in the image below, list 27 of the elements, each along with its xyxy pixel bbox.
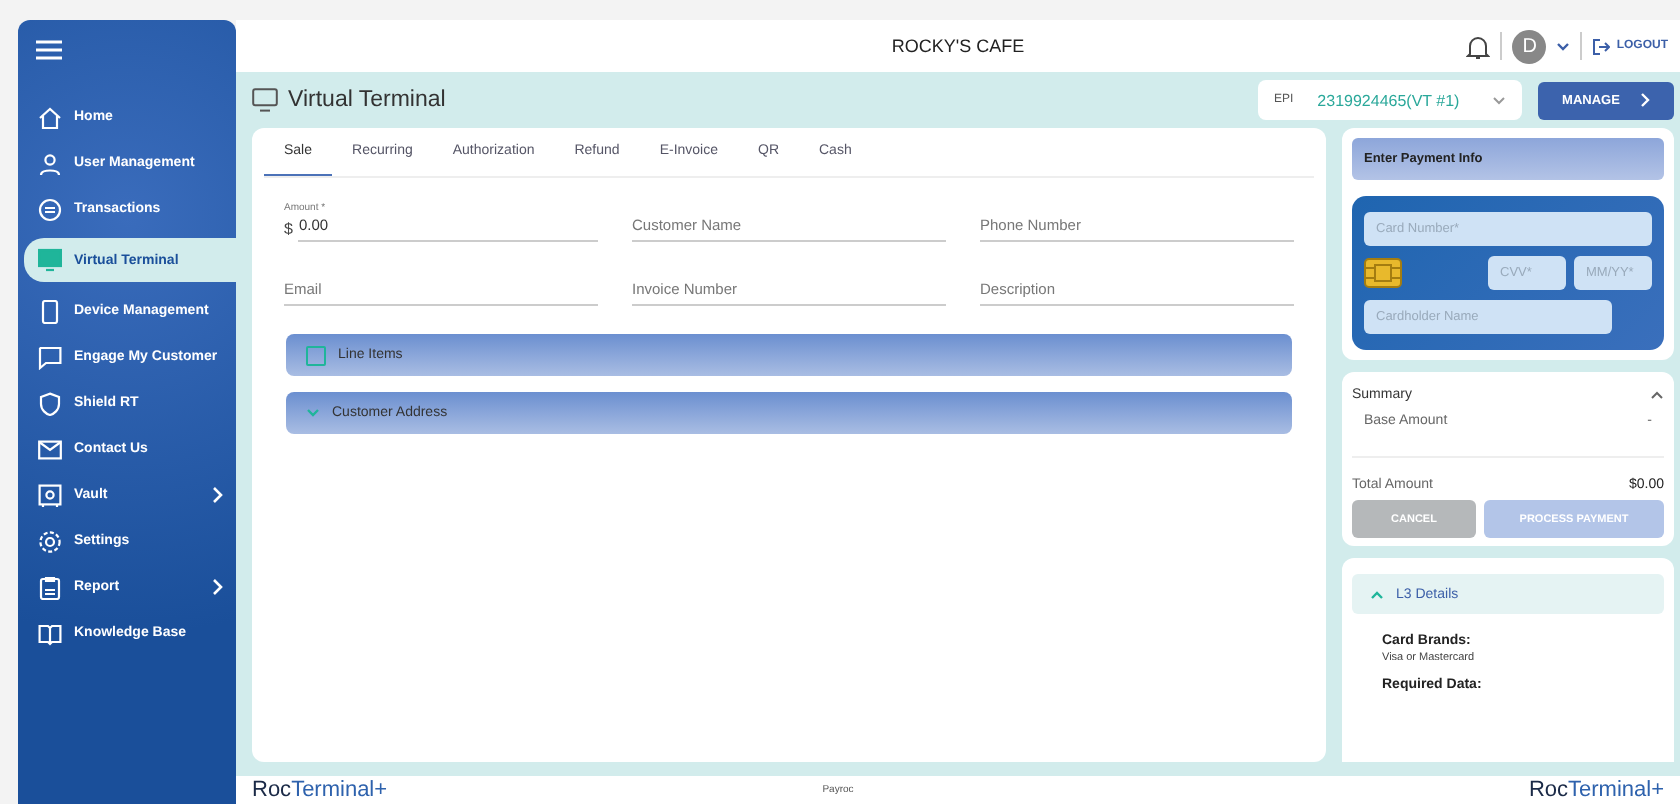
phone-icon: [38, 299, 62, 323]
gear-icon: [38, 529, 62, 553]
currency-symbol: $: [284, 219, 293, 237]
logout-icon: [1592, 37, 1611, 55]
home-icon: [38, 105, 62, 129]
monitor-icon: [38, 248, 62, 272]
person-icon: [38, 151, 62, 175]
shield-icon: [38, 391, 62, 415]
menu-icon[interactable]: [36, 40, 62, 60]
user-avatar[interactable]: D: [1512, 29, 1547, 63]
envelope-icon: [38, 437, 62, 461]
chat-icon: [38, 345, 62, 369]
chevron-down-icon: [1492, 95, 1506, 105]
monitor-icon: [252, 88, 278, 112]
clipboard-icon: [38, 575, 62, 599]
chip-icon: [1364, 258, 1402, 288]
safe-icon: [38, 483, 62, 507]
chevron-down-icon[interactable]: [1556, 41, 1571, 51]
chevron-right-icon: [1639, 92, 1650, 108]
bell-icon[interactable]: [1466, 33, 1491, 59]
chevron-up-icon[interactable]: [1650, 390, 1664, 400]
business-name: ROCKY'S CAFE: [891, 36, 1025, 56]
page-title: Virtual Terminal: [288, 88, 446, 112]
book-icon: [38, 621, 62, 645]
footer-logo: RocTerminal+: [1528, 778, 1664, 802]
footer-logo: RocTerminal+: [252, 778, 388, 802]
checkbox[interactable]: [306, 345, 326, 365]
